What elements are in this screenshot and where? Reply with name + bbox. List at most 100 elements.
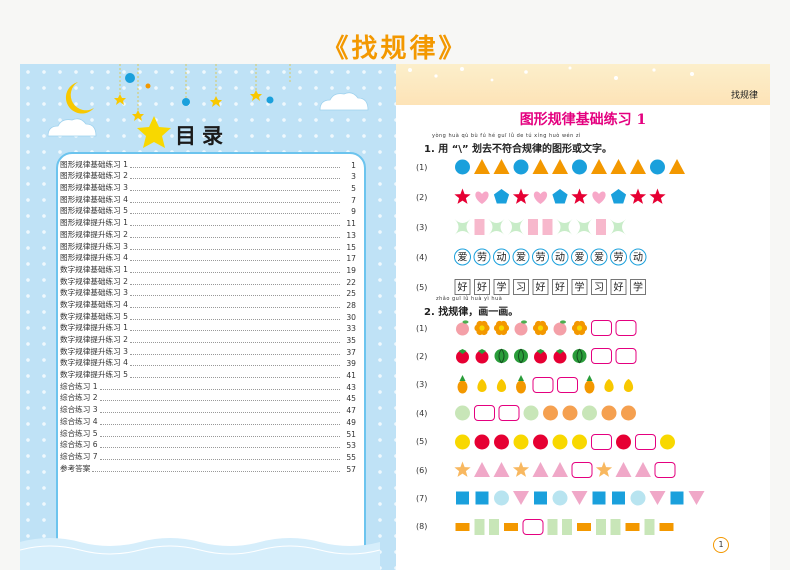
toc-title: 目录 xyxy=(175,123,229,148)
toc-entry[interactable]: 综合练习 6 53 xyxy=(60,439,356,450)
boxed-character: 好 xyxy=(474,279,490,295)
answer-blank[interactable] xyxy=(635,433,656,450)
toc-entry-label: 图形规律基础练习 1 xyxy=(60,159,128,169)
answer-blank[interactable] xyxy=(532,376,554,393)
toc-entry[interactable]: 图形规律基础练习 2 3 xyxy=(60,170,356,181)
row-label: (6) xyxy=(416,465,428,475)
svg-text:好: 好 xyxy=(555,282,565,294)
toc-entry[interactable]: 数字规律基础练习 5 30 xyxy=(60,310,356,322)
flower-icon xyxy=(571,320,588,336)
toc-entry[interactable]: 参考答案 57 xyxy=(60,462,356,474)
svg-text:习: 习 xyxy=(594,283,604,294)
shape-sequence xyxy=(455,159,685,175)
watermelon-icon xyxy=(494,349,509,364)
toc-entry[interactable]: 图形规律基础练习 5 9 xyxy=(60,205,356,216)
square-shape xyxy=(475,491,489,505)
toc-entry[interactable]: 图形规律提升练习 1 11 xyxy=(60,216,356,228)
toc-entry-label: 数字规律提升练习 3 xyxy=(60,346,128,356)
toc-entry[interactable]: 数字规律基础练习 4 28 xyxy=(60,298,356,310)
pear-icon xyxy=(623,378,634,392)
toc-entry-page: 39 xyxy=(346,359,356,369)
svg-text:爱: 爱 xyxy=(516,251,526,264)
toc-leader-dots xyxy=(130,166,340,168)
toc-entry[interactable]: 图形规律提升练习 4 17 xyxy=(60,252,356,263)
toc-entry-page: 19 xyxy=(346,265,356,275)
toc-entry-page: 49 xyxy=(346,417,356,427)
circle-shape xyxy=(552,434,568,450)
toc-entry[interactable]: 数字规律基础练习 2 22 xyxy=(60,275,356,287)
toc-list: 图形规律基础练习 1 1 图形规律基础练习 2 3 图形规律基础练习 3 5 图形规律基础练… xyxy=(60,158,356,474)
toc-entry-page: 51 xyxy=(346,429,356,439)
toc-entry[interactable]: 图形规律基础练习 3 5 xyxy=(60,181,356,193)
answer-blank[interactable] xyxy=(522,518,544,535)
answer-blank[interactable] xyxy=(615,348,637,365)
answer-blank[interactable] xyxy=(591,320,612,336)
answer-blank[interactable] xyxy=(615,320,637,336)
answer-blank[interactable] xyxy=(498,405,520,422)
svg-text:学: 学 xyxy=(497,281,507,294)
rectangle-shape xyxy=(547,518,558,535)
toc-entry[interactable]: 综合练习 1 43 xyxy=(60,380,356,392)
toc-entry[interactable]: 数字规律提升练习 1 33 xyxy=(60,322,356,333)
toc-entry[interactable]: 数字规律提升练习 3 37 xyxy=(60,345,356,357)
sparkle-icon xyxy=(508,219,524,235)
toc-leader-dots xyxy=(130,248,340,250)
rectangle-shape xyxy=(528,219,538,235)
exercise-row: (4) xyxy=(416,403,640,423)
star-icon xyxy=(454,188,471,204)
toc-leader-dots xyxy=(99,423,340,425)
toc-entry[interactable]: 综合练习 7 55 xyxy=(60,450,356,462)
toc-entry[interactable]: 综合练习 4 49 xyxy=(60,415,356,427)
bar-shape xyxy=(659,522,674,531)
toc-entry[interactable]: 综合练习 5 51 xyxy=(60,427,356,439)
svg-text:学: 学 xyxy=(575,281,585,294)
shape-sequence xyxy=(456,320,637,336)
toc-entry[interactable]: 图形规律提升练习 2 13 xyxy=(60,228,356,240)
toc-entry-label: 数字规律提升练习 4 xyxy=(60,358,128,368)
toc-entry[interactable]: 数字规律提升练习 5 41 xyxy=(60,368,356,380)
watermelon-icon xyxy=(572,349,587,364)
toc-entry-label: 数字规律基础练习 2 xyxy=(60,276,128,286)
circle-shape xyxy=(455,159,470,175)
circle-shape xyxy=(582,405,597,421)
toc-entry[interactable]: 图形规律基础练习 1 1 xyxy=(60,158,356,170)
toc-entry-label: 图形规律基础练习 4 xyxy=(60,194,128,204)
answer-blank[interactable] xyxy=(654,462,676,478)
pineapple-icon xyxy=(584,374,595,394)
heart-icon xyxy=(533,191,548,204)
answer-blank[interactable] xyxy=(474,405,495,422)
svg-text:爱: 爱 xyxy=(575,251,585,264)
square-shape xyxy=(670,491,684,505)
triangle-shape xyxy=(493,159,510,174)
circle-shape xyxy=(474,434,490,450)
answer-blank[interactable] xyxy=(591,348,612,365)
toc-entry[interactable]: 数字规律基础练习 3 25 xyxy=(60,287,356,298)
pineapple-icon xyxy=(516,374,526,394)
toc-entry-page: 41 xyxy=(346,371,356,381)
circled-character: 动 xyxy=(493,248,510,266)
toc-entry[interactable]: 数字规律提升练习 4 39 xyxy=(60,357,356,369)
sparkle-icon xyxy=(610,219,626,235)
pentagon-shape xyxy=(552,189,568,204)
shape-sequence xyxy=(456,348,637,365)
rectangle-shape xyxy=(644,518,655,535)
circle-shape xyxy=(455,405,470,421)
answer-blank[interactable] xyxy=(557,376,578,393)
circle-shape xyxy=(533,434,548,450)
toc-entry[interactable]: 图形规律提升练习 3 15 xyxy=(60,240,356,252)
triangle-shape xyxy=(474,462,490,477)
svg-text:爱: 爱 xyxy=(594,251,604,264)
toc-leader-dots xyxy=(130,330,340,332)
answer-blank[interactable] xyxy=(591,433,612,450)
shape-sequence: 爱劳动爱劳动爱爱劳动 xyxy=(454,248,647,266)
down-triangle-shape xyxy=(688,491,705,506)
answer-blank[interactable] xyxy=(571,462,593,478)
toc-entry[interactable]: 数字规律提升练习 2 35 xyxy=(60,333,356,345)
toc-entry[interactable]: 图形规律基础练习 4 7 xyxy=(60,193,356,205)
toc-entry[interactable]: 综合练习 3 47 xyxy=(60,403,356,415)
exercise-row: (6) xyxy=(416,460,679,480)
triangle-shape xyxy=(552,462,568,477)
toc-entry-page: 28 xyxy=(346,300,356,310)
toc-entry[interactable]: 数字规律基础练习 1 19 xyxy=(60,263,356,275)
toc-entry[interactable]: 综合练习 2 45 xyxy=(60,392,356,403)
